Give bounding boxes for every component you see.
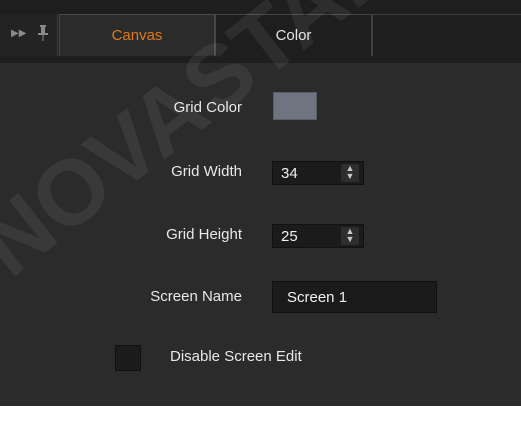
tab-color-label: Color (275, 27, 312, 44)
screen-name-label: Screen Name (150, 288, 242, 305)
grid-height-value[interactable]: 25 (281, 228, 298, 245)
grid-height-label: Grid Height (166, 226, 242, 243)
canvas-tab-content: Grid Color Grid Width 34 ▲ ▼ Grid Height … (0, 63, 521, 406)
panel-bottom-margin (0, 406, 521, 432)
tab-canvas-label: Canvas (111, 27, 163, 44)
grid-width-spinbox[interactable]: 34 ▲ ▼ (272, 161, 364, 185)
disable-screen-edit-checkbox[interactable] (115, 345, 141, 371)
up-down-arrows-icon[interactable]: ▲ ▼ (341, 227, 359, 245)
tab-bar: ▶▶ Canvas Color (0, 0, 521, 63)
grid-color-swatch[interactable] (273, 92, 317, 120)
tab-bar-empty-area (372, 14, 521, 56)
expand-arrows-icon[interactable]: ▶▶ (11, 28, 26, 39)
dock-controls: ▶▶ (0, 14, 58, 56)
tab-canvas[interactable]: Canvas (59, 14, 215, 56)
grid-color-label: Grid Color (173, 99, 242, 116)
grid-height-spinbox[interactable]: 25 ▲ ▼ (272, 224, 364, 248)
up-down-arrows-icon[interactable]: ▲ ▼ (341, 164, 359, 182)
grid-width-value[interactable]: 34 (281, 165, 298, 182)
disable-screen-edit-label[interactable]: Disable Screen Edit (170, 348, 302, 365)
grid-width-label: Grid Width (171, 163, 242, 180)
canvas-settings-panel: ▶▶ Canvas Color Grid Color Grid Width 34… (0, 0, 521, 432)
tab-color[interactable]: Color (215, 14, 372, 56)
screen-name-input[interactable]: Screen 1 (272, 281, 437, 313)
pin-icon[interactable] (38, 25, 48, 41)
